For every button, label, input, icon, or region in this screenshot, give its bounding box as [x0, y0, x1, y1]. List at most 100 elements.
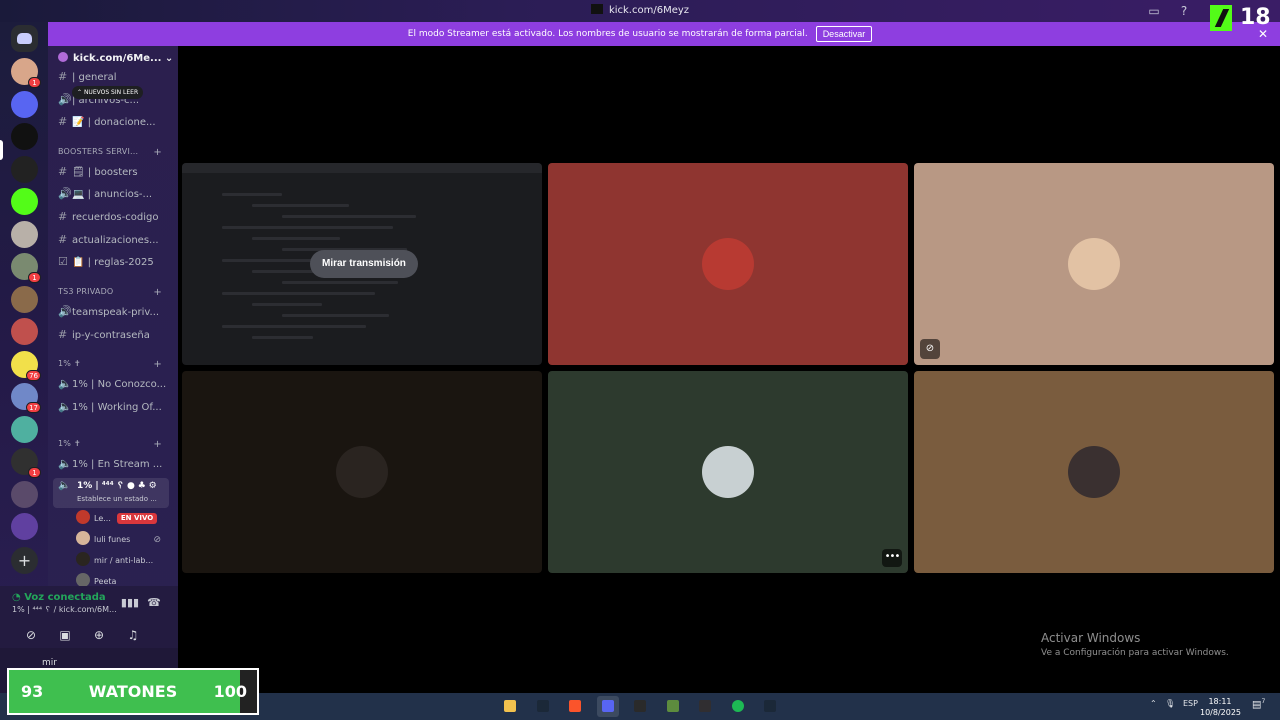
tray-chevron-icon[interactable]: ⌃ [1150, 699, 1157, 708]
server-icon-11[interactable]: 17 [11, 383, 41, 413]
participant-tile[interactable] [182, 371, 542, 573]
watch-stream-button[interactable]: Mirar transmisión [310, 250, 418, 278]
brave-icon[interactable] [564, 696, 586, 717]
activate-windows-subtitle: Ve a Configuración para activar Windows. [1041, 648, 1229, 658]
participant-tile[interactable] [914, 371, 1274, 573]
help-icon[interactable]: ? [1176, 3, 1192, 19]
channel-item[interactable]: # | general [58, 68, 176, 86]
add-channel-icon[interactable]: + [153, 439, 162, 450]
server-icon-3[interactable] [11, 123, 38, 150]
camera-off-icon[interactable]: ⊘ [14, 628, 48, 642]
signal-icon: ◔ [12, 592, 25, 603]
voice-channel-name[interactable]: 1% | ⁴⁴⁴ ␦ / kick.com/6M... [12, 605, 117, 615]
channel-item[interactable]: 🔊teamspeak-priv... [58, 303, 176, 321]
category-name: 1% ✝ [58, 439, 81, 448]
language-indicator[interactable]: ESP [1183, 699, 1198, 708]
channel-type-icon: # [58, 70, 68, 83]
server-icon-9[interactable] [11, 318, 38, 345]
deactivate-button[interactable]: Desactivar [815, 26, 873, 42]
server-mention-badge: 17 [26, 402, 41, 413]
screen-share-icon[interactable]: ▣ [48, 628, 82, 642]
add-channel-icon[interactable]: + [153, 287, 162, 298]
server-icon [58, 52, 68, 62]
channel-category[interactable]: TS3 PRIVADO + [58, 287, 176, 301]
system-clock[interactable]: 18:11 10/8/2025 [1200, 696, 1241, 718]
steam-glyph [536, 700, 549, 712]
channel-item[interactable]: 🔊💻 | anuncios-... [58, 185, 176, 203]
channel-item[interactable]: 🔈1% | No Conozco... [58, 375, 176, 393]
spotify-icon[interactable] [727, 696, 749, 717]
server-icon-14[interactable] [11, 480, 38, 508]
active-voice-channel[interactable]: 🔈 1% | ⁴⁴⁴ ␦ Establece un estado ... ● ♣ ⚙ [53, 478, 169, 508]
muted-mic-icon: ⊘ [920, 339, 940, 359]
clock-time: 18:11 [1208, 697, 1232, 706]
voice-user[interactable]: luli funes ⊘ [76, 531, 171, 549]
server-icon-6[interactable] [11, 220, 38, 248]
participant-tile[interactable]: ⊘ [914, 163, 1274, 365]
channel-name: 🗒 | boosters [72, 167, 138, 178]
file-explorer-icon[interactable] [499, 696, 521, 717]
microphone-icon[interactable]: 🎙 [1165, 699, 1175, 708]
voice-user[interactable]: mir / anti-lab... [76, 552, 171, 570]
server-icon-4[interactable] [11, 155, 38, 183]
avatar [76, 531, 90, 545]
server-icon-1[interactable]: 1 [11, 58, 41, 88]
soundboard-icon[interactable]: ♫ [116, 628, 150, 642]
participant-tile[interactable]: ••• [548, 371, 908, 573]
channel-item[interactable]: # recuerdos-codigo [58, 208, 176, 226]
voice-user-name: Peeta [94, 577, 117, 586]
kick-age-badge: 18 [1208, 3, 1280, 33]
unread-pill[interactable]: ⌃ NUEVOS SIN LEER [72, 86, 144, 99]
chat-icon[interactable]: ● ♣ ⚙ [127, 481, 157, 491]
participant-tile[interactable] [548, 163, 908, 365]
voice-call-grid: Mirar transmisión ⊘ ••• Activar Windows Ve… [178, 46, 1280, 693]
channel-item[interactable]: # 📝 | donacione... [58, 113, 176, 131]
server-mention-badge: 1 [28, 467, 41, 478]
preview-line [252, 303, 322, 306]
epic-games-icon[interactable] [629, 696, 651, 717]
channel-item[interactable]: 🔈1% | En Stream ... [58, 455, 176, 473]
avatar [76, 510, 90, 524]
steam-2-icon[interactable] [759, 696, 781, 717]
obs-icon[interactable] [694, 696, 716, 717]
activity-icon[interactable]: ⊕ [82, 628, 116, 642]
channel-category[interactable]: 1% ✝ + [58, 359, 176, 373]
screen-share-tile[interactable]: Mirar transmisión [182, 163, 542, 365]
server-mention-badge: 76 [26, 369, 41, 381]
discord-home-button[interactable] [11, 25, 38, 52]
channel-category[interactable]: BOOSTERS SERVI... + [58, 147, 176, 161]
channel-item[interactable]: # 🗒 | boosters [58, 163, 176, 181]
channel-item[interactable]: # ip-y-contraseña [58, 326, 176, 344]
more-options-icon[interactable]: ••• [882, 549, 902, 567]
channel-item[interactable]: 🔈1% | Working Of... [58, 398, 176, 416]
notification-icon[interactable]: ▤7 [1252, 698, 1265, 710]
channel-type-icon: # [58, 233, 68, 246]
server-icon-10[interactable]: 76 [11, 350, 41, 381]
chevron-down-icon: ⌄ [164, 53, 174, 64]
steam-icon[interactable] [532, 696, 554, 717]
server-icon-5[interactable] [11, 188, 38, 215]
add-channel-icon[interactable]: + [153, 359, 162, 370]
inbox-icon[interactable]: ▭ [1146, 3, 1162, 19]
channel-item[interactable]: # actualizaciones... [58, 231, 176, 249]
add-server-button[interactable]: + [11, 547, 38, 574]
server-icon-15[interactable] [11, 513, 38, 540]
add-channel-icon[interactable]: + [153, 147, 162, 158]
channel-category[interactable]: 1% ✝ + [58, 439, 176, 453]
channel-name: | general [72, 72, 117, 83]
voice-status-setter[interactable]: Establece un estado ... [77, 495, 157, 503]
voice-user-name: mir / anti-lab... [94, 556, 154, 565]
disconnect-icon[interactable]: ☎ [144, 596, 164, 612]
noise-suppression-icon[interactable]: ▮▮▮ [120, 596, 140, 612]
server-icon-7[interactable]: 1 [11, 253, 41, 283]
discord-icon[interactable] [596, 696, 619, 717]
channel-item[interactable]: ☑ 📋 | reglas-2025 [58, 253, 176, 271]
server-icon-13[interactable]: 1 [11, 448, 41, 478]
voice-user[interactable]: Le... EN VIVO [76, 510, 171, 528]
minecraft-icon[interactable] [662, 696, 684, 717]
server-icon-12[interactable] [11, 415, 38, 443]
channel-name: 1% | Working Of... [72, 402, 162, 413]
server-icon-2[interactable] [11, 90, 38, 118]
server-icon-8[interactable] [11, 285, 38, 313]
preview-line [252, 237, 340, 240]
